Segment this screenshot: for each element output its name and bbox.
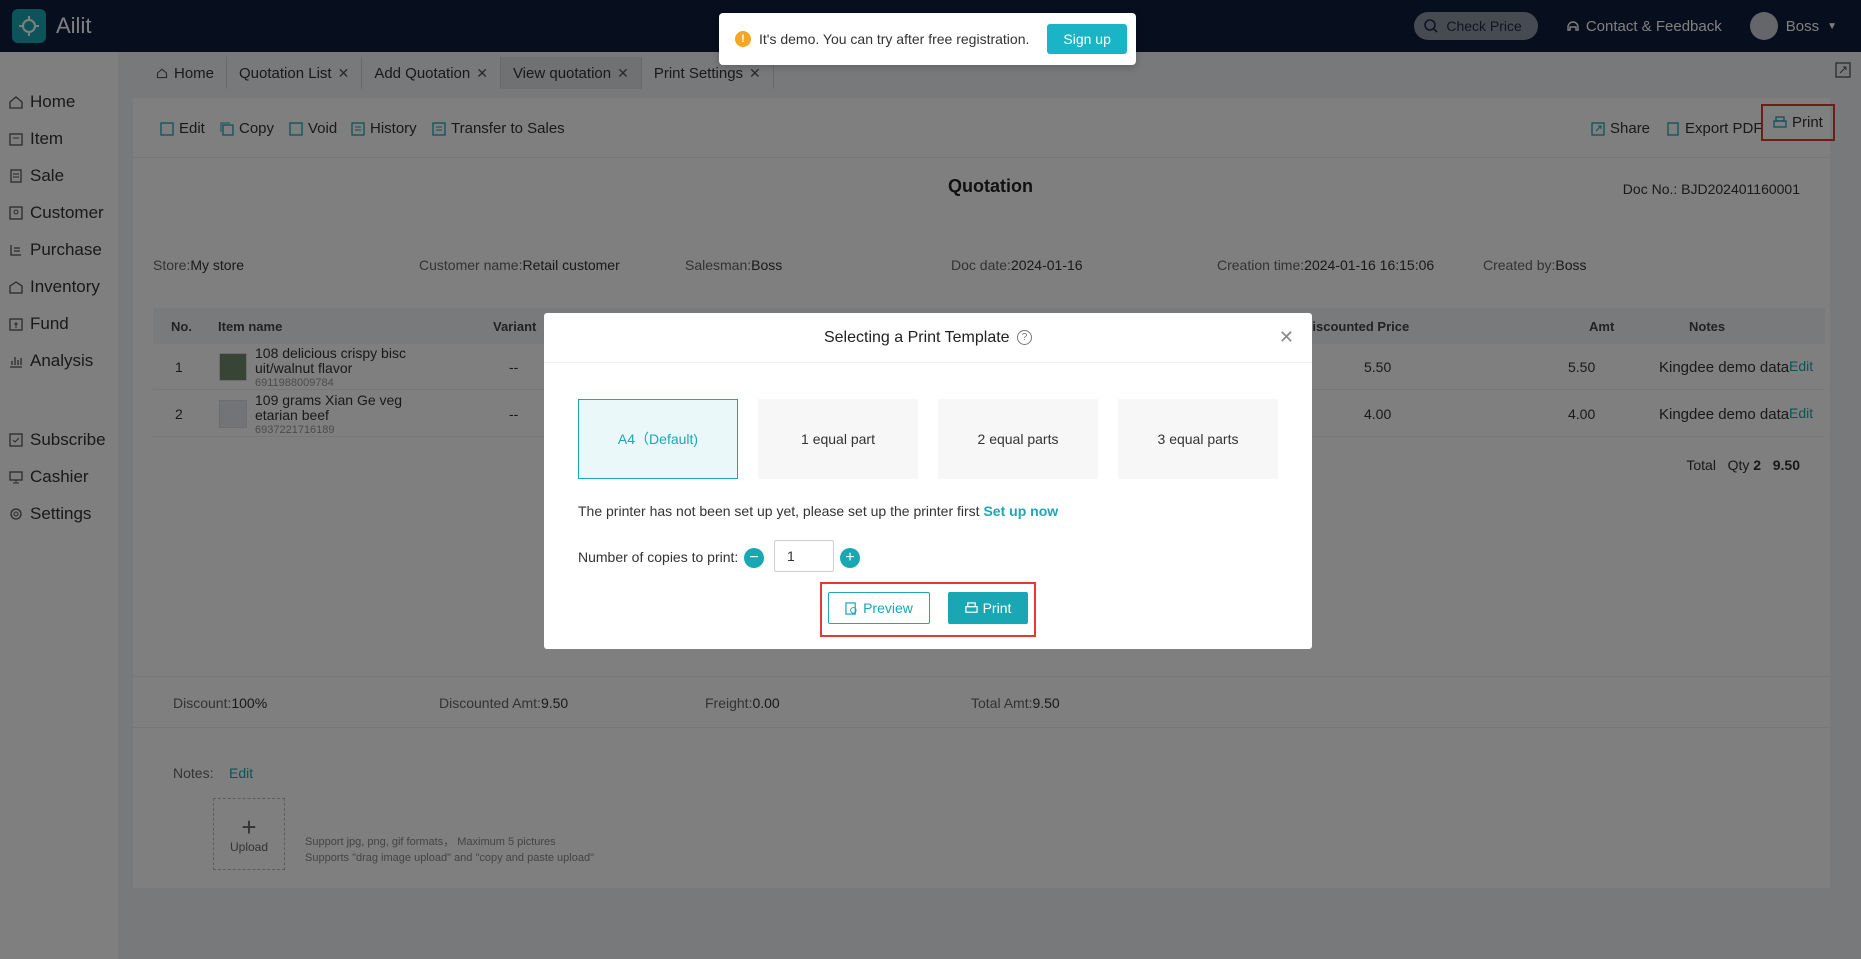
template-a4-default[interactable]: A4（Default) (578, 399, 738, 479)
printer-setup-message: The printer has not been set up yet, ple… (578, 503, 1058, 519)
preview-icon (845, 601, 857, 615)
print-template-dialog: Selecting a Print Template ? ✕ A4（Defaul… (544, 313, 1312, 649)
printer-message-text: The printer has not been set up yet, ple… (578, 503, 980, 519)
demo-text: It's demo. You can try after free regist… (759, 31, 1030, 47)
print-label: Print (982, 600, 1012, 616)
sign-up-button[interactable]: Sign up (1047, 24, 1127, 54)
template-2-equal-parts[interactable]: 2 equal parts (938, 399, 1098, 479)
set-up-now-link[interactable]: Set up now (983, 503, 1058, 519)
template-1-equal-part[interactable]: 1 equal part (758, 399, 918, 479)
help-icon[interactable]: ? (1017, 330, 1033, 345)
printer-icon (964, 601, 978, 613)
plus-icon[interactable]: + (840, 548, 860, 568)
template-3-equal-parts[interactable]: 3 equal parts (1118, 399, 1278, 479)
dialog-title: Selecting a Print Template ? (544, 329, 1312, 347)
preview-button[interactable]: Preview (828, 592, 930, 624)
preview-label: Preview (863, 600, 913, 616)
dialog-title-text: Selecting a Print Template (823, 329, 1010, 346)
dialog-print-button[interactable]: Print (948, 592, 1028, 624)
dialog-header: Selecting a Print Template ? ✕ (544, 313, 1312, 363)
close-icon[interactable]: ✕ (1279, 327, 1294, 348)
demo-notice: ! It's demo. You can try after free regi… (719, 13, 1136, 65)
minus-icon[interactable]: − (744, 548, 764, 568)
warning-icon: ! (735, 31, 751, 47)
copies-input[interactable] (774, 540, 834, 572)
copies-label: Number of copies to print: (578, 549, 739, 565)
